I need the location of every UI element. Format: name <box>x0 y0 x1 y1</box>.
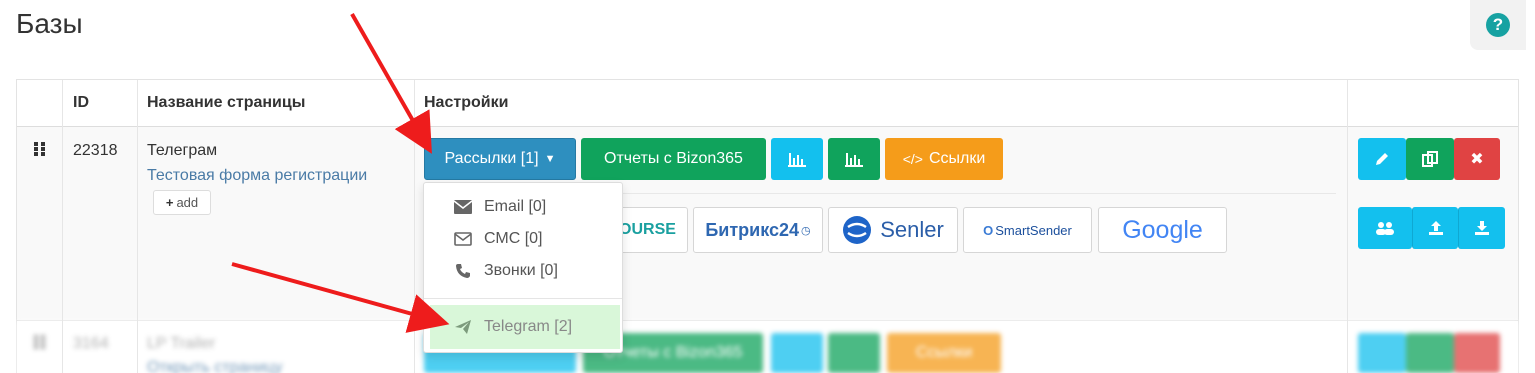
help-icon: ? <box>1486 13 1510 37</box>
copy-icon <box>1422 151 1438 167</box>
page-title: Базы <box>16 8 83 39</box>
senler-label: Senler <box>880 217 944 242</box>
smartsender-integration-button[interactable]: O SmartSender <box>963 207 1092 253</box>
edit-button[interactable] <box>1358 138 1406 180</box>
help-button[interactable]: ? <box>1470 0 1526 50</box>
dropdown-item-sms[interactable]: СМС [0] <box>424 224 622 254</box>
caret-down-icon: ▼ <box>544 153 556 165</box>
mailings-dropdown-menu: Email [0] СМС [0] Звонки [0] Telegram [2… <box>423 182 623 353</box>
pencil-icon <box>1376 153 1388 165</box>
drag-handle-icon[interactable] <box>34 335 46 349</box>
bitrix24-label: Битрикс24 <box>705 219 800 240</box>
download-button[interactable] <box>1458 207 1505 249</box>
stats-button-2[interactable] <box>828 333 880 373</box>
links-button[interactable]: Ссылки <box>887 333 1001 373</box>
links-label: Ссылки <box>928 150 986 167</box>
column-divider <box>62 80 63 373</box>
bitrix24-integration-button[interactable]: Битрикс24 ◷ <box>693 207 823 253</box>
reports-button[interactable]: Отчеты с Bizon365 <box>581 138 766 180</box>
copy-button[interactable] <box>1406 333 1454 373</box>
smartsender-logo-icon: O <box>983 222 994 238</box>
phone-icon <box>450 263 476 279</box>
table-row: 3164 LP Trailer Открыть страницу Отчеты … <box>17 321 1518 373</box>
upload-icon <box>1428 221 1443 235</box>
stats-button-1[interactable] <box>771 333 823 373</box>
bar-chart-icon <box>845 153 863 167</box>
row-id: 22318 <box>73 142 118 159</box>
download-icon <box>1475 221 1489 235</box>
smartsender-label: SmartSender <box>995 222 1072 238</box>
google-label: Google <box>1122 215 1203 244</box>
senler-integration-button[interactable]: Senler <box>828 207 958 253</box>
dropdown-item-label: Telegram [2] <box>484 318 573 335</box>
reports-label: Отчеты с Bizon365 <box>603 344 743 361</box>
bar-chart-icon <box>788 153 806 167</box>
dropdown-divider <box>424 298 622 299</box>
google-integration-button[interactable]: Google <box>1098 207 1227 253</box>
close-icon: ✖ <box>1470 151 1484 168</box>
paper-plane-icon <box>450 319 476 335</box>
reports-label: Отчеты с Bizon365 <box>604 150 743 167</box>
links-button[interactable]: </> Ссылки <box>885 138 1003 180</box>
clock-icon: ◷ <box>801 224 811 237</box>
mailings-dropdown-button[interactable]: Рассылки [1] ▼ <box>424 138 576 180</box>
envelope-icon <box>450 200 476 214</box>
header-id: ID <box>73 94 89 111</box>
copy-button[interactable] <box>1406 138 1454 180</box>
dropdown-item-label: СМС [0] <box>484 230 543 247</box>
dropdown-item-label: Email [0] <box>484 198 547 215</box>
delete-button[interactable]: ✖ <box>1454 138 1500 180</box>
add-label: add <box>176 195 199 210</box>
column-divider <box>1347 80 1348 373</box>
add-tag-button[interactable]: + add <box>153 190 211 215</box>
column-divider <box>137 80 138 373</box>
edit-button[interactable] <box>1358 333 1406 373</box>
dropdown-item-calls[interactable]: Звонки [0] <box>424 256 622 286</box>
column-divider <box>414 80 415 373</box>
users-icon <box>1376 222 1394 235</box>
delete-button[interactable] <box>1454 333 1500 373</box>
dropdown-item-telegram[interactable]: Telegram [2] <box>430 305 620 349</box>
header-name: Название страницы <box>147 94 306 111</box>
page-name: Телеграм <box>147 142 218 159</box>
pages-table: ID Название страницы Настройки 22318 Тел… <box>16 79 1519 373</box>
plus-icon: + <box>165 195 174 210</box>
table-row: 22318 Телеграм Тестовая форма регистраци… <box>17 127 1518 321</box>
users-button[interactable] <box>1358 207 1412 249</box>
course-label: OURSE <box>619 221 676 238</box>
table-header: ID Название страницы Настройки <box>17 80 1518 127</box>
senler-logo-icon <box>843 216 872 244</box>
stats-button-2[interactable] <box>828 138 880 180</box>
envelope-outline-icon <box>450 232 476 246</box>
page-name: LP Trailer <box>147 335 216 352</box>
page-link[interactable]: Тестовая форма регистрации <box>147 167 367 185</box>
dropdown-item-label: Звонки [0] <box>484 262 558 279</box>
mailings-label: Рассылки [1] <box>444 150 539 167</box>
dropdown-item-email[interactable]: Email [0] <box>424 192 622 222</box>
header-settings: Настройки <box>424 94 509 111</box>
drag-handle-icon[interactable] <box>34 142 46 156</box>
code-icon: </> <box>902 151 923 167</box>
upload-button[interactable] <box>1412 207 1458 249</box>
row-id: 3164 <box>73 335 109 352</box>
links-label: Ссылки <box>915 344 973 361</box>
stats-button-1[interactable] <box>771 138 823 180</box>
page-link[interactable]: Открыть страницу <box>147 359 282 373</box>
